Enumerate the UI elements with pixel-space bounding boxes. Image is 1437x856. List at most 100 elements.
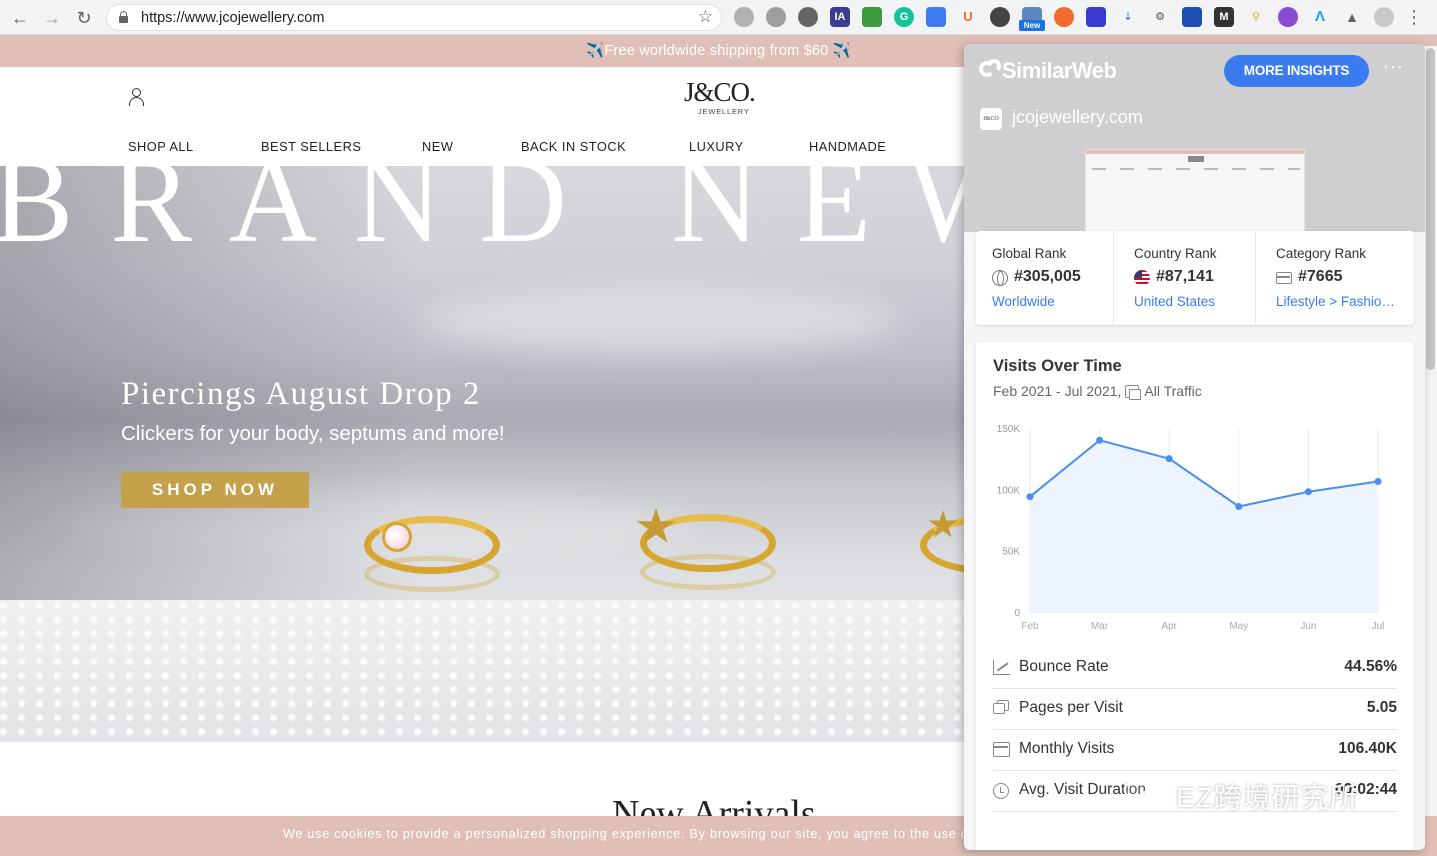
chart-data-point xyxy=(1235,503,1243,511)
page-scrollbar[interactable] xyxy=(1424,46,1437,816)
profile-avatar[interactable] xyxy=(1374,7,1394,27)
nav-handmade[interactable]: HANDMADE xyxy=(809,139,886,154)
visits-period: Feb 2021 - Jul 2021, xyxy=(993,383,1122,399)
browser-menu-icon[interactable]: ⋮ xyxy=(1405,6,1423,28)
visits-traffic: All Traffic xyxy=(1144,383,1202,399)
extension-new-badge: New xyxy=(1019,20,1045,31)
rank-value: #305,005 xyxy=(1014,268,1081,285)
metric-label: Monthly Visits xyxy=(1019,740,1115,757)
back-arrow-icon[interactable]: ← xyxy=(8,6,32,30)
panel-header: SimilarWeb MORE INSIGHTS ··· J&CO jcojew… xyxy=(964,44,1425,234)
visits-subtitle: Feb 2021 - Jul 2021, All Traffic xyxy=(993,383,1202,400)
nav-new[interactable]: NEW xyxy=(422,139,453,154)
extension-blue-icon[interactable] xyxy=(926,7,946,27)
metric-label: Bounce Rate xyxy=(1019,658,1109,675)
analyzed-domain: jcojewellery.com xyxy=(1012,107,1143,127)
panel-menu-icon[interactable]: ··· xyxy=(1383,56,1404,77)
url-text[interactable]: https://www.jcojewellery.com xyxy=(141,10,324,26)
country-rank: Country Rank #87,141 United States xyxy=(1118,231,1255,325)
extension-m-icon[interactable]: M xyxy=(1214,7,1234,27)
rank-label: Category Rank xyxy=(1276,246,1367,261)
site-header: J&CO. JEWELLERY SHOP ALL BEST SELLERS NE… xyxy=(0,67,964,166)
calendar-icon xyxy=(993,742,1010,757)
extension-purple-icon[interactable] xyxy=(1086,7,1106,27)
extension-ia-icon[interactable]: IA xyxy=(830,7,850,27)
similarweb-brand: SimilarWeb xyxy=(1002,58,1117,83)
hero-title: Piercings August Drop 2 xyxy=(121,376,481,412)
extension-gear-icon[interactable] xyxy=(798,7,818,27)
extension-robot-icon[interactable]: ⚙ xyxy=(1150,7,1170,27)
watermark-text: EZ跨境研究所 xyxy=(1176,782,1359,813)
trend-icon xyxy=(993,660,1010,675)
extension-shopify-icon[interactable] xyxy=(862,7,882,27)
forward-arrow-icon[interactable]: → xyxy=(40,6,64,30)
metric-bounce-rate: Bounce Rate 44.56% xyxy=(993,648,1397,689)
traffic-source-icon xyxy=(1125,385,1142,400)
nav-shop-all[interactable]: SHOP ALL xyxy=(128,139,194,154)
hero-subtitle: Clickers for your body, septums and more… xyxy=(121,422,505,445)
rank-link[interactable]: Worldwide xyxy=(992,294,1116,309)
bookmark-star-icon[interactable]: ☆ xyxy=(698,7,713,27)
chart-x-tick-label: May xyxy=(1229,621,1248,632)
chart-x-tick-label: Apr xyxy=(1161,621,1177,632)
chart-data-point xyxy=(1096,436,1104,444)
extension-similarweb-icon[interactable] xyxy=(734,7,754,27)
rank-label: Country Rank xyxy=(1134,246,1217,261)
extension-search-icon[interactable]: ⚲ xyxy=(1246,7,1266,27)
extensions-puzzle-icon[interactable]: ▲ xyxy=(1342,7,1362,27)
rank-link[interactable]: United States xyxy=(1134,294,1258,309)
nav-back-in-stock[interactable]: BACK IN STOCK xyxy=(521,139,626,154)
extension-similarweb-alt-icon[interactable] xyxy=(766,7,786,27)
site-thumbnail xyxy=(1085,149,1305,234)
rank-label: Global Rank xyxy=(992,246,1067,261)
extension-evernote-icon[interactable] xyxy=(990,7,1010,27)
us-flag-icon xyxy=(1134,270,1150,286)
category-rank: Category Rank #7665 Lifestyle > Fashion … xyxy=(1260,231,1414,325)
rank-value: #7665 xyxy=(1298,268,1343,285)
extension-chart-icon[interactable] xyxy=(1182,7,1202,27)
extension-u-icon[interactable]: U xyxy=(958,7,978,27)
logo-sub-text: JEWELLERY xyxy=(698,107,750,116)
metric-monthly-visits: Monthly Visits 106.40K xyxy=(993,730,1397,771)
visits-title: Visits Over Time xyxy=(993,357,1122,375)
extension-a-icon[interactable]: Λ xyxy=(1310,7,1330,27)
category-icon xyxy=(1276,272,1292,284)
metric-pages-per-visit: Pages per Visit 5.05 xyxy=(993,689,1397,730)
metric-value: 106.40K xyxy=(1338,740,1397,757)
clock-icon xyxy=(993,783,1009,799)
chart-y-tick-label: 100K xyxy=(997,485,1021,496)
more-insights-button[interactable]: MORE INSIGHTS xyxy=(1224,55,1369,87)
chart-x-tick-label: Jul xyxy=(1372,621,1385,632)
chart-data-point xyxy=(1374,477,1382,485)
wechat-bubble-icon xyxy=(1140,788,1168,810)
nav-best-sellers[interactable]: BEST SELLERS xyxy=(261,139,361,154)
site-favicon: J&CO xyxy=(980,108,1002,130)
similarweb-panel: SimilarWeb MORE INSIGHTS ··· J&CO jcojew… xyxy=(964,44,1425,850)
chart-y-tick-label: 50K xyxy=(1002,547,1020,558)
account-icon[interactable] xyxy=(128,88,146,106)
extension-s-icon[interactable] xyxy=(1054,7,1074,27)
extension-violet-icon[interactable] xyxy=(1278,7,1298,27)
extension-chevrons-icon[interactable]: ⇣ xyxy=(1118,7,1138,27)
snow-foreground xyxy=(0,600,964,742)
nav-luxury[interactable]: LUXURY xyxy=(689,139,744,154)
rank-link[interactable]: Lifestyle > Fashion & Apparel xyxy=(1276,294,1400,309)
site-logo[interactable]: J&CO. JEWELLERY xyxy=(684,77,756,117)
scrollbar-thumb[interactable] xyxy=(1426,48,1435,370)
shop-now-button[interactable]: SHOP NOW xyxy=(121,472,309,508)
hero-banner: BRAND NEW Piercings August Drop 2 Clicke… xyxy=(0,166,964,742)
visits-chart[interactable]: 150K 100K 50K 0Feb Mar Apr May Jun Jul xyxy=(986,414,1406,634)
browser-toolbar: ← → ↻ https://www.jcojewellery.com ☆ IA … xyxy=(0,0,1437,35)
chart-y-tick-label: 0 xyxy=(1014,608,1020,619)
chart-y-tick-label: 150K xyxy=(997,424,1021,435)
globe-icon xyxy=(992,270,1008,286)
watermark: EZ跨境研究所 xyxy=(1120,772,1410,820)
address-bar[interactable]: https://www.jcojewellery.com ☆ xyxy=(106,4,722,31)
reload-icon[interactable]: ↻ xyxy=(72,6,96,30)
chart-x-tick-label: Feb xyxy=(1021,621,1039,632)
chart-data-point xyxy=(1304,488,1312,496)
similarweb-logo-icon xyxy=(979,59,1001,81)
logo-main-text: J&CO. xyxy=(684,77,756,107)
hero-headline: BRAND NEW xyxy=(0,166,964,268)
extension-grammarly-icon[interactable]: G xyxy=(894,7,914,27)
